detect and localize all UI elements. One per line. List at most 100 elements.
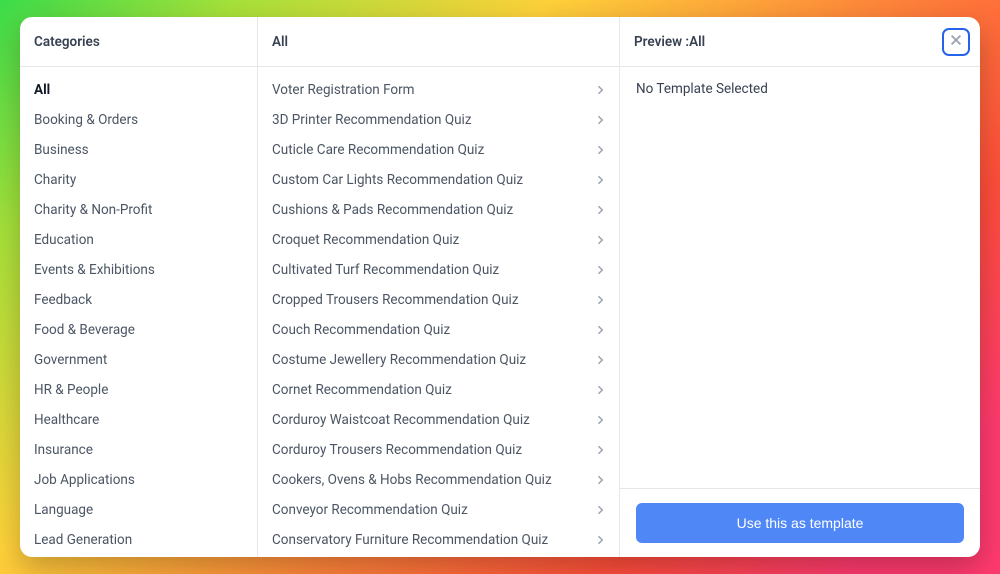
template-item-label: 3D Printer Recommendation Quiz — [272, 112, 593, 128]
categories-header: Categories — [20, 17, 257, 67]
category-item[interactable]: Education — [20, 225, 257, 255]
template-item[interactable]: Couch Recommendation Quiz — [258, 315, 619, 345]
preview-body: No Template Selected — [620, 67, 980, 488]
category-item[interactable]: Food & Beverage — [20, 315, 257, 345]
category-item[interactable]: Charity — [20, 165, 257, 195]
category-item-label: Events & Exhibitions — [34, 262, 155, 278]
chevron-right-icon — [593, 473, 607, 487]
template-item[interactable]: Costume Jewellery Recommendation Quiz — [258, 345, 619, 375]
category-item-label: Insurance — [34, 442, 93, 458]
preview-footer: Use this as template — [620, 488, 980, 557]
templates-column: All Voter Registration Form 3D Printer Re… — [258, 17, 620, 557]
categories-list[interactable]: All Booking & Orders Business Charity Charit… — [20, 67, 257, 557]
chevron-right-icon — [593, 323, 607, 337]
category-item-label: Lead Generation — [34, 532, 132, 548]
chevron-right-icon — [593, 413, 607, 427]
chevron-right-icon — [593, 353, 607, 367]
template-item[interactable]: Cultivated Turf Recommendation Quiz — [258, 255, 619, 285]
preview-header: Preview : All — [620, 17, 980, 67]
category-item-label: Food & Beverage — [34, 322, 135, 338]
category-item[interactable]: Government — [20, 345, 257, 375]
category-item-label: Language — [34, 502, 93, 518]
template-item[interactable]: Cookers, Ovens & Hobs Recommendation Qui… — [258, 465, 619, 495]
category-item[interactable]: All — [20, 75, 257, 105]
chevron-right-icon — [593, 263, 607, 277]
chevron-right-icon — [593, 503, 607, 517]
template-item-label: Cushions & Pads Recommendation Quiz — [272, 202, 593, 218]
chevron-right-icon — [593, 533, 607, 547]
category-item-label: Healthcare — [34, 412, 99, 428]
template-item-label: Conveyor Recommendation Quiz — [272, 502, 593, 518]
template-item-label: Couch Recommendation Quiz — [272, 322, 593, 338]
templates-list[interactable]: Voter Registration Form 3D Printer Recomm… — [258, 67, 619, 557]
preview-header-prefix: Preview : — [634, 34, 689, 50]
template-item[interactable]: Cropped Trousers Recommendation Quiz — [258, 285, 619, 315]
template-item-label: Croquet Recommendation Quiz — [272, 232, 593, 248]
template-item[interactable]: 3D Printer Recommendation Quiz — [258, 105, 619, 135]
template-item-label: Cultivated Turf Recommendation Quiz — [272, 262, 593, 278]
chevron-right-icon — [593, 83, 607, 97]
category-item-label: Business — [34, 142, 89, 158]
category-item[interactable]: Healthcare — [20, 405, 257, 435]
gradient-backdrop: Categories All Booking & Orders Business Ch… — [0, 0, 1000, 574]
chevron-right-icon — [593, 143, 607, 157]
chevron-right-icon — [593, 383, 607, 397]
template-item-label: Cropped Trousers Recommendation Quiz — [272, 292, 593, 308]
preview-empty-message: No Template Selected — [636, 81, 768, 97]
close-icon — [949, 33, 963, 50]
category-item-label: Education — [34, 232, 94, 248]
category-item-label: Booking & Orders — [34, 112, 138, 128]
close-button[interactable] — [942, 28, 970, 56]
category-item-label: Government — [34, 352, 107, 368]
preview-header-value: All — [689, 34, 705, 50]
use-as-template-button[interactable]: Use this as template — [636, 503, 964, 543]
use-as-template-label: Use this as template — [737, 515, 864, 531]
templates-header: All — [258, 17, 619, 67]
category-item[interactable]: Lead Generation — [20, 525, 257, 555]
category-item[interactable]: Business — [20, 135, 257, 165]
template-item[interactable]: Voter Registration Form — [258, 75, 619, 105]
template-picker-modal: Categories All Booking & Orders Business Ch… — [20, 17, 980, 557]
chevron-right-icon — [593, 203, 607, 217]
template-item-label: Cookers, Ovens & Hobs Recommendation Qui… — [272, 472, 593, 488]
category-item-label: HR & People — [34, 382, 108, 398]
template-item[interactable]: Cushions & Pads Recommendation Quiz — [258, 195, 619, 225]
category-item[interactable]: Booking & Orders — [20, 105, 257, 135]
template-item-label: Cornet Recommendation Quiz — [272, 382, 593, 398]
template-item[interactable]: Cornet Recommendation Quiz — [258, 375, 619, 405]
category-item[interactable]: Insurance — [20, 435, 257, 465]
template-item-label: Custom Car Lights Recommendation Quiz — [272, 172, 593, 188]
template-item[interactable]: Custom Car Lights Recommendation Quiz — [258, 165, 619, 195]
template-item[interactable]: Corduroy Trousers Recommendation Quiz — [258, 435, 619, 465]
categories-column: Categories All Booking & Orders Business Ch… — [20, 17, 258, 557]
category-item-label: Feedback — [34, 292, 92, 308]
template-item-label: Cuticle Care Recommendation Quiz — [272, 142, 593, 158]
template-item[interactable]: Corduroy Waistcoat Recommendation Quiz — [258, 405, 619, 435]
template-item[interactable]: Conveyor Recommendation Quiz — [258, 495, 619, 525]
template-item[interactable]: Cuticle Care Recommendation Quiz — [258, 135, 619, 165]
template-item[interactable]: Conservatory Furniture Recommendation Qu… — [258, 525, 619, 555]
template-item-label: Corduroy Trousers Recommendation Quiz — [272, 442, 593, 458]
category-item[interactable]: Language — [20, 495, 257, 525]
chevron-right-icon — [593, 233, 607, 247]
template-item[interactable]: Croquet Recommendation Quiz — [258, 225, 619, 255]
categories-header-label: Categories — [34, 34, 100, 50]
template-item-label: Costume Jewellery Recommendation Quiz — [272, 352, 593, 368]
category-item[interactable]: Events & Exhibitions — [20, 255, 257, 285]
template-item-label: Corduroy Waistcoat Recommendation Quiz — [272, 412, 593, 428]
category-item[interactable]: Job Applications — [20, 465, 257, 495]
template-item-label: Voter Registration Form — [272, 82, 593, 98]
chevron-right-icon — [593, 443, 607, 457]
category-item-label: All — [34, 82, 50, 98]
category-item[interactable]: Feedback — [20, 285, 257, 315]
chevron-right-icon — [593, 293, 607, 307]
category-item[interactable]: Charity & Non-Profit — [20, 195, 257, 225]
preview-column: Preview : All No Template Selected Use t… — [620, 17, 980, 557]
category-item-label: Job Applications — [34, 472, 135, 488]
templates-header-label: All — [272, 34, 288, 50]
category-item-label: Charity & Non-Profit — [34, 202, 152, 218]
category-item[interactable]: HR & People — [20, 375, 257, 405]
template-item-label: Conservatory Furniture Recommendation Qu… — [272, 532, 593, 548]
chevron-right-icon — [593, 113, 607, 127]
category-item-label: Charity — [34, 172, 76, 188]
